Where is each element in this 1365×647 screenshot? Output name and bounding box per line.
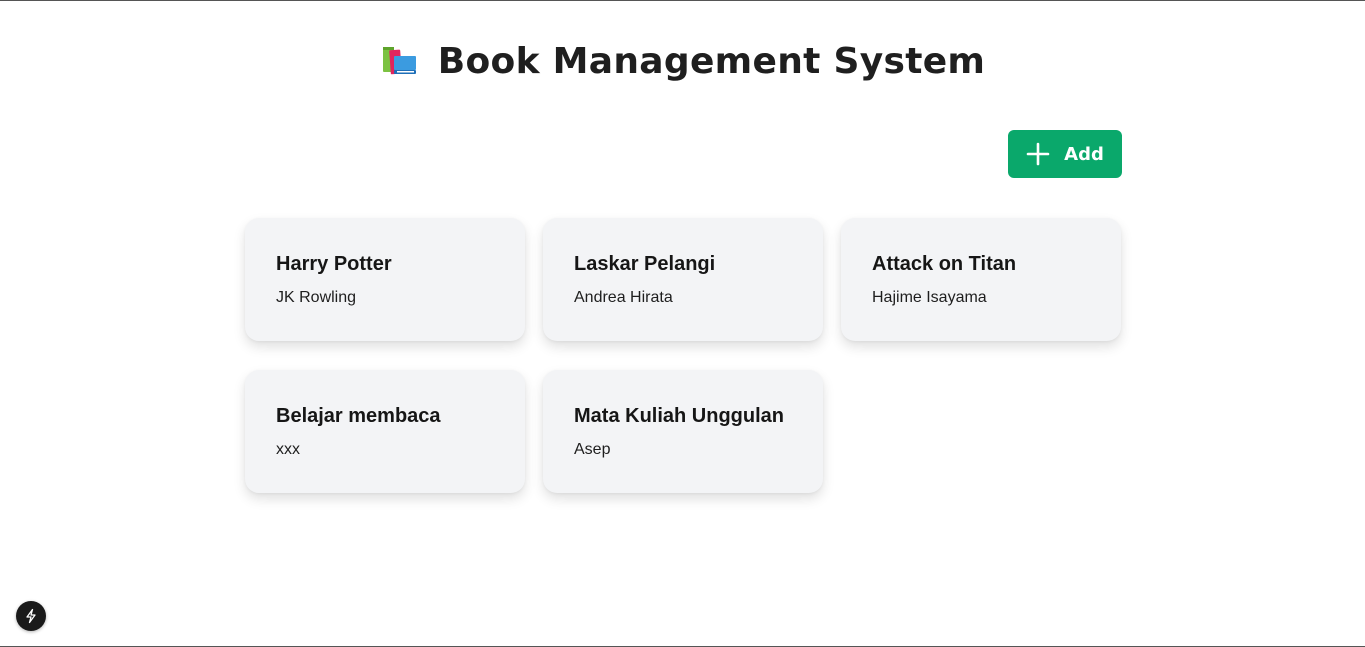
plus-icon: [1026, 142, 1050, 166]
book-title: Laskar Pelangi: [574, 253, 716, 275]
book-title: Mata Kuliah Unggulan: [574, 405, 784, 427]
book-title: Harry Potter: [276, 253, 392, 275]
page-header: Book Management System: [0, 41, 1365, 82]
book-card[interactable]: Belajar membaca xxx: [245, 370, 525, 493]
add-button-label: Add: [1064, 143, 1104, 165]
add-book-button[interactable]: Add: [1008, 130, 1122, 178]
book-title: Attack on Titan: [872, 253, 1017, 275]
book-card[interactable]: Attack on Titan Hajime Isayama: [841, 218, 1121, 341]
book-author: Hajime Isayama: [872, 289, 987, 306]
book-author: Asep: [574, 441, 611, 458]
book-author: Andrea Hirata: [574, 289, 673, 306]
book-grid: Harry Potter JK Rowling Laskar Pelangi A…: [245, 218, 1121, 493]
book-card[interactable]: Mata Kuliah Unggulan Asep: [543, 370, 823, 493]
dev-tools-indicator-button[interactable]: [16, 601, 46, 631]
book-title: Belajar membaca: [276, 405, 441, 427]
book-author: JK Rowling: [276, 289, 357, 306]
book-card[interactable]: Harry Potter JK Rowling: [245, 218, 525, 341]
books-icon: [380, 42, 420, 82]
lightning-icon: [23, 608, 39, 624]
book-card[interactable]: Laskar Pelangi Andrea Hirata: [543, 218, 823, 341]
book-author: xxx: [276, 441, 300, 458]
page-title: Book Management System: [437, 41, 986, 82]
